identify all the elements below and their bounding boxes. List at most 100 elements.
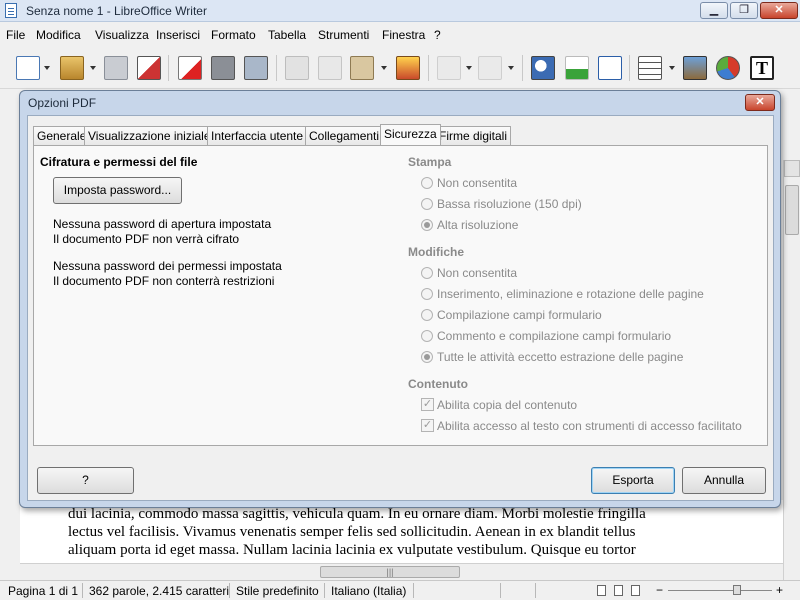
tab-firme-digitali[interactable]: Firme digitali xyxy=(435,126,512,145)
redo-icon[interactable] xyxy=(478,56,502,80)
multi-page-view-icon[interactable] xyxy=(614,585,623,596)
changes-all-except-extract-label: Tutte le attività eccetto estrazione del… xyxy=(437,350,684,364)
tab-sicurezza[interactable]: Sicurezza xyxy=(380,124,441,145)
chart-icon[interactable] xyxy=(716,56,740,80)
changes-pages-radio[interactable] xyxy=(421,288,433,300)
export-button[interactable]: Esporta xyxy=(591,467,675,494)
page-count[interactable]: Pagina 1 di 1 xyxy=(8,584,78,598)
enable-accessibility-label: Abilita accesso al testo con strumenti d… xyxy=(437,419,742,433)
window-title-bar: Senza nome 1 - LibreOffice Writer ▁ ❐ ✕ xyxy=(0,0,800,22)
find-replace-icon[interactable] xyxy=(531,56,555,80)
document-line: aliquam porta id eget massa. Nullam laci… xyxy=(68,542,636,558)
changes-form-fill-label: Compilazione campi formulario xyxy=(437,308,602,322)
print-not-allowed-radio[interactable] xyxy=(421,177,433,189)
save-icon[interactable] xyxy=(104,56,128,80)
vertical-scrollbar[interactable] xyxy=(783,160,800,580)
print-low-res-label: Bassa risoluzione (150 dpi) xyxy=(437,197,582,211)
image-icon[interactable] xyxy=(683,56,707,80)
changes-heading: Modifiche xyxy=(408,245,464,259)
zoom-slider[interactable] xyxy=(668,590,772,591)
book-view-icon[interactable] xyxy=(631,585,640,596)
tab-collegamenti[interactable]: Collegamenti xyxy=(305,126,384,145)
enable-copy-checkbox[interactable]: ✓ xyxy=(421,398,434,411)
content-heading: Contenuto xyxy=(408,377,468,391)
export-pdf-icon[interactable] xyxy=(178,56,202,80)
changes-form-fill-radio[interactable] xyxy=(421,309,433,321)
security-tab-panel: Cifratura e permessi del file Imposta pa… xyxy=(33,145,768,446)
text-box-icon[interactable]: T xyxy=(750,56,774,80)
writer-document-icon xyxy=(5,3,17,18)
changes-pages-label: Inserimento, eliminazione e rotazione de… xyxy=(437,287,704,301)
undo-icon[interactable] xyxy=(437,56,461,80)
document-text: dui lacinia, commodo massa sagittis, veh… xyxy=(68,505,728,559)
enable-accessibility-checkbox[interactable]: ✓ xyxy=(421,419,434,432)
formatting-marks-icon[interactable] xyxy=(598,56,622,80)
menu-finestra[interactable]: Finestra xyxy=(382,28,425,42)
print-high-res-label: Alta risoluzione xyxy=(437,218,519,232)
print-high-res-radio[interactable] xyxy=(421,219,433,231)
menu-bar: File Modifica Visualizza Inserisci Forma… xyxy=(0,23,800,47)
permission-password-status: Nessuna password dei permessi impostata xyxy=(53,259,282,273)
menu-tabella[interactable]: Tabella xyxy=(268,28,306,42)
single-page-view-icon[interactable] xyxy=(597,585,606,596)
new-document-icon[interactable] xyxy=(16,56,40,80)
zoom-slider-knob[interactable] xyxy=(733,585,741,595)
print-not-allowed-label: Non consentita xyxy=(437,176,518,190)
menu-help[interactable]: ? xyxy=(434,28,441,42)
left-margin-strip xyxy=(0,89,20,579)
print-icon[interactable] xyxy=(211,56,235,80)
tab-visualizzazione-iniziale[interactable]: Visualizzazione iniziale xyxy=(84,126,215,145)
permission-password-note: Il documento PDF non conterrà restrizion… xyxy=(53,274,275,288)
menu-strumenti[interactable]: Strumenti xyxy=(318,28,369,42)
vertical-scroll-thumb[interactable] xyxy=(785,185,799,235)
pdf-options-dialog: Opzioni PDF ✕ Generale Visualizzazione i… xyxy=(19,90,781,508)
standard-toolbar: T xyxy=(0,47,800,89)
horizontal-scroll-thumb[interactable]: ||| xyxy=(320,566,460,578)
changes-comment-form-label: Commento e compilazione campi formulario xyxy=(437,329,672,343)
changes-all-except-extract-radio[interactable] xyxy=(421,351,433,363)
copy-icon[interactable] xyxy=(318,56,342,80)
print-low-res-radio[interactable] xyxy=(421,198,433,210)
window-close-button[interactable]: ✕ xyxy=(760,2,798,19)
paste-icon[interactable] xyxy=(350,56,374,80)
menu-visualizza[interactable]: Visualizza xyxy=(95,28,149,42)
changes-not-allowed-radio[interactable] xyxy=(421,267,433,279)
tab-interfaccia-utente[interactable]: Interfaccia utente xyxy=(207,126,308,145)
set-password-button[interactable]: Imposta password... xyxy=(53,177,182,204)
dialog-close-button[interactable]: ✕ xyxy=(745,94,775,111)
menu-inserisci[interactable]: Inserisci xyxy=(156,28,200,42)
enable-copy-label: Abilita copia del contenuto xyxy=(437,398,578,412)
open-password-note: Il documento PDF non verrà cifrato xyxy=(53,232,240,246)
menu-modifica[interactable]: Modifica xyxy=(36,28,81,42)
table-icon[interactable] xyxy=(638,56,662,80)
changes-not-allowed-label: Non consentita xyxy=(437,266,518,280)
edit-file-icon[interactable] xyxy=(137,56,161,80)
changes-comment-form-radio[interactable] xyxy=(421,330,433,342)
word-count[interactable]: 362 parole, 2.415 caratteri xyxy=(89,584,229,598)
open-password-status: Nessuna password di apertura impostata xyxy=(53,217,272,231)
maximize-button[interactable]: ❐ xyxy=(730,2,758,19)
status-bar: Pagina 1 di 1 362 parole, 2.415 caratter… xyxy=(0,580,800,600)
help-button[interactable]: ? xyxy=(37,467,134,494)
menu-file[interactable]: File xyxy=(6,28,25,42)
menu-formato[interactable]: Formato xyxy=(211,28,256,42)
scroll-up-arrow-icon[interactable] xyxy=(784,160,800,177)
clone-formatting-icon[interactable] xyxy=(396,56,420,80)
window-title: Senza nome 1 - LibreOffice Writer xyxy=(26,4,207,18)
dialog-body: Generale Visualizzazione iniziale Interf… xyxy=(27,115,774,501)
spellcheck-icon[interactable] xyxy=(565,56,589,80)
open-icon[interactable] xyxy=(60,56,84,80)
minimize-button[interactable]: ▁ xyxy=(700,2,728,19)
language[interactable]: Italiano (Italia) xyxy=(331,584,406,598)
tab-generale[interactable]: Generale xyxy=(33,126,91,145)
zoom-out-button[interactable]: − xyxy=(656,583,663,597)
cut-icon[interactable] xyxy=(285,56,309,80)
document-page[interactable]: dui lacinia, commodo massa sagittis, veh… xyxy=(20,500,783,563)
zoom-in-button[interactable]: + xyxy=(776,583,783,597)
print-preview-icon[interactable] xyxy=(244,56,268,80)
horizontal-scrollbar[interactable]: ||| xyxy=(20,563,783,580)
page-style[interactable]: Stile predefinito xyxy=(236,584,319,598)
document-line: lectus vel facilisis. Vivamus venenatis … xyxy=(68,524,636,540)
dialog-title: Opzioni PDF xyxy=(28,96,97,110)
cancel-button[interactable]: Annulla xyxy=(682,467,766,494)
